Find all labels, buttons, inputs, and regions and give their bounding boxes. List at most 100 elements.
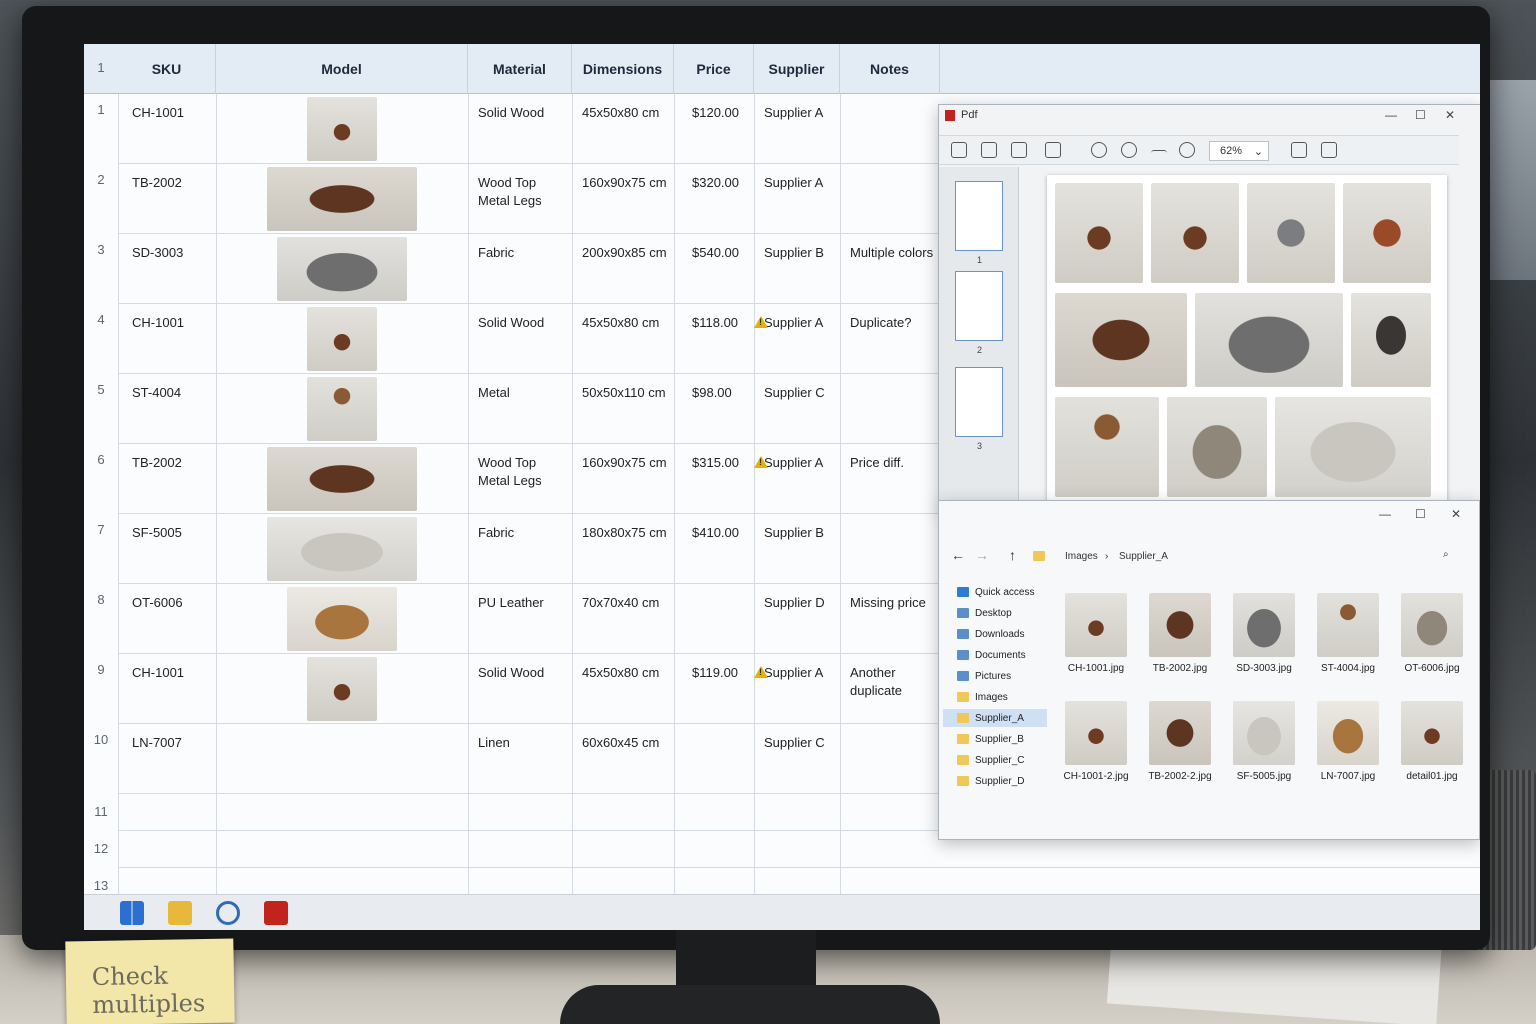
cell-dimensions[interactable]: 70x70x40 cm xyxy=(582,594,672,612)
cell-dimensions[interactable]: 60x60x45 cm xyxy=(582,734,672,752)
file-tile[interactable]: ST-4004.jpg xyxy=(1315,593,1381,674)
cell-material[interactable]: Metal xyxy=(478,384,568,402)
cell-price[interactable]: $410.00 xyxy=(692,524,752,542)
column-header-supplier[interactable]: Supplier xyxy=(754,44,840,94)
cell-material[interactable]: Solid Wood xyxy=(478,104,568,122)
page-up-icon[interactable] xyxy=(1091,142,1107,158)
print-icon[interactable] xyxy=(981,142,997,158)
nav-item[interactable]: Pictures xyxy=(957,667,1011,685)
forward-arrow-icon[interactable]: → xyxy=(975,547,989,563)
save-icon[interactable] xyxy=(951,142,967,158)
cell-material[interactable]: Fabric xyxy=(478,524,568,542)
cell-notes[interactable]: Duplicate? xyxy=(850,314,940,332)
column-header-notes[interactable]: Notes xyxy=(840,44,940,94)
cell-material[interactable]: Wood Top Metal Legs xyxy=(478,454,568,490)
cell-notes[interactable]: Another duplicate xyxy=(850,664,940,700)
file-tile[interactable]: TB-2002-2.jpg xyxy=(1147,701,1213,782)
cell-dimensions[interactable]: 200x90x85 cm xyxy=(582,244,672,262)
up-arrow-icon[interactable]: ↑ xyxy=(1009,547,1016,563)
maximize-icon[interactable]: ☐ xyxy=(1415,108,1426,122)
file-tile[interactable]: OT-6006.jpg xyxy=(1399,593,1465,674)
nav-item[interactable]: Supplier_D xyxy=(957,772,1024,790)
search-icon[interactable]: ⌕ xyxy=(1443,549,1449,560)
cell-supplier[interactable]: Supplier D xyxy=(764,594,840,612)
cell-supplier[interactable]: Supplier C xyxy=(764,734,840,752)
file-tile[interactable]: LN-7007.jpg xyxy=(1315,701,1381,782)
cell-sku[interactable]: LN-7007 xyxy=(132,734,222,752)
file-tile[interactable]: CH-1001.jpg xyxy=(1063,593,1129,674)
cell-supplier[interactable]: Supplier A xyxy=(764,454,840,472)
cell-material[interactable]: Wood Top Metal Legs xyxy=(478,174,568,210)
page-thumbnail[interactable] xyxy=(955,181,1003,251)
cell-dimensions[interactable]: 45x50x80 cm xyxy=(582,314,672,332)
page-thumbnail[interactable] xyxy=(955,271,1003,341)
nav-item[interactable]: Downloads xyxy=(957,625,1024,643)
breadcrumb-item[interactable]: Images xyxy=(1065,551,1098,562)
cell-supplier[interactable]: Supplier A xyxy=(764,314,840,332)
cell-notes[interactable]: Missing price xyxy=(850,594,940,612)
close-icon[interactable]: ✕ xyxy=(1445,108,1455,122)
cell-price[interactable]: $315.00 xyxy=(692,454,752,472)
nav-item[interactable]: Images xyxy=(957,688,1008,706)
column-header-material[interactable]: Material xyxy=(468,44,572,94)
cell-sku[interactable]: TB-2002 xyxy=(132,174,222,192)
cell-supplier[interactable]: Supplier A xyxy=(764,664,840,682)
cell-supplier[interactable]: Supplier A xyxy=(764,104,840,122)
page-down-icon[interactable] xyxy=(1121,142,1137,158)
pdf-app-icon[interactable] xyxy=(264,901,288,925)
cell-sku[interactable]: CH-1001 xyxy=(132,664,222,682)
close-icon[interactable]: ✕ xyxy=(1451,507,1461,521)
file-tile[interactable]: detail01.jpg xyxy=(1399,701,1465,782)
print-alt-icon[interactable] xyxy=(1045,142,1061,158)
file-tile[interactable]: SF-5005.jpg xyxy=(1231,701,1297,782)
nav-item[interactable]: Supplier_A xyxy=(943,709,1047,727)
column-header-sku[interactable]: SKU xyxy=(118,44,216,94)
cell-sku[interactable]: OT-6006 xyxy=(132,594,222,612)
cell-material[interactable]: PU Leather xyxy=(478,594,568,612)
cell-price[interactable]: $540.00 xyxy=(692,244,752,262)
page-thumbnail[interactable] xyxy=(955,367,1003,437)
cell-material[interactable]: Solid Wood xyxy=(478,314,568,332)
cell-material[interactable]: Solid Wood xyxy=(478,664,568,682)
cell-supplier[interactable]: Supplier A xyxy=(764,174,840,192)
cell-dimensions[interactable]: 50x50x110 cm xyxy=(582,384,672,402)
nav-item[interactable]: Supplier_B xyxy=(957,730,1024,748)
cell-material[interactable]: Linen xyxy=(478,734,568,752)
cell-price[interactable]: $320.00 xyxy=(692,174,752,192)
start-icon[interactable] xyxy=(120,901,144,925)
nav-item[interactable]: Quick access xyxy=(957,583,1034,601)
back-arrow-icon[interactable]: ← xyxy=(951,547,965,563)
cell-dimensions[interactable]: 160x90x75 cm xyxy=(582,174,672,192)
annotate-icon[interactable] xyxy=(1321,142,1337,158)
cell-sku[interactable]: CH-1001 xyxy=(132,314,222,332)
cell-material[interactable]: Fabric xyxy=(478,244,568,262)
cell-dimensions[interactable]: 45x50x80 cm xyxy=(582,104,672,122)
nav-item[interactable]: Documents xyxy=(957,646,1026,664)
cell-supplier[interactable]: Supplier C xyxy=(764,384,840,402)
cell-sku[interactable]: SF-5005 xyxy=(132,524,222,542)
file-tile[interactable]: TB-2002.jpg xyxy=(1147,593,1213,674)
select-tool-icon[interactable] xyxy=(1291,142,1307,158)
cell-dimensions[interactable]: 45x50x80 cm xyxy=(582,664,672,682)
email-icon[interactable] xyxy=(1011,142,1027,158)
cell-price[interactable]: $119.00 xyxy=(692,664,752,682)
cell-notes[interactable]: Price diff. xyxy=(850,454,940,472)
column-header-price[interactable]: Price xyxy=(674,44,754,94)
rotate-icon[interactable] xyxy=(1179,142,1195,158)
cell-sku[interactable]: SD-3003 xyxy=(132,244,222,262)
column-header-model[interactable]: Model xyxy=(216,44,468,94)
cell-dimensions[interactable]: 160x90x75 cm xyxy=(582,454,672,472)
nav-item[interactable]: Supplier_C xyxy=(957,751,1024,769)
nav-item[interactable]: Desktop xyxy=(957,604,1012,622)
cell-notes[interactable]: Multiple colors xyxy=(850,244,940,262)
cell-supplier[interactable]: Supplier B xyxy=(764,524,840,542)
globe-icon[interactable] xyxy=(216,901,240,925)
cell-sku[interactable]: ST-4004 xyxy=(132,384,222,402)
minimize-icon[interactable]: — xyxy=(1385,108,1397,122)
file-tile[interactable]: SD-3003.jpg xyxy=(1231,593,1297,674)
folder-icon[interactable] xyxy=(168,901,192,925)
cell-price[interactable]: $118.00 xyxy=(692,314,752,332)
cell-price[interactable]: $120.00 xyxy=(692,104,752,122)
cell-sku[interactable]: TB-2002 xyxy=(132,454,222,472)
zoom-out-icon[interactable] xyxy=(1151,150,1167,166)
